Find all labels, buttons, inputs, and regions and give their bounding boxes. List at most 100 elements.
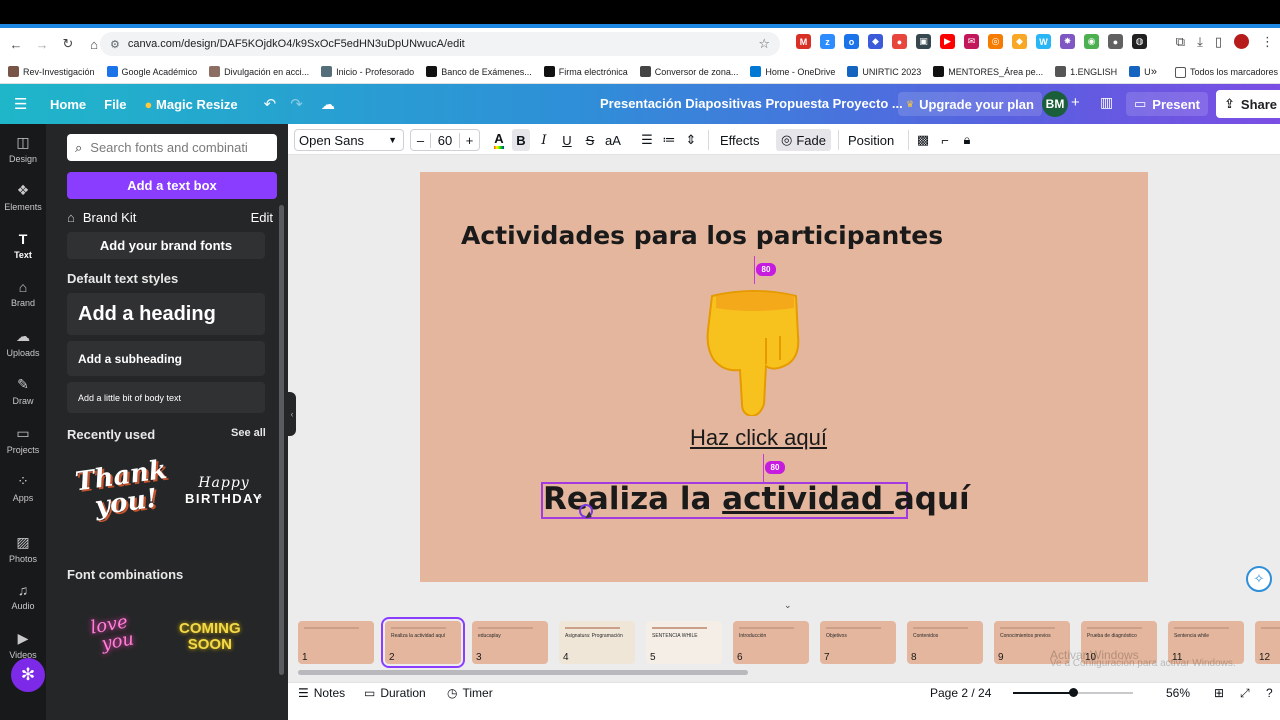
- fullscreen-icon[interactable]: ⤢: [1240, 686, 1250, 701]
- rail-item-videos[interactable]: ▶ Videos: [0, 630, 46, 660]
- panel-scrollbar[interactable]: [279, 205, 284, 675]
- add-collaborator-icon[interactable]: +: [1071, 94, 1080, 111]
- bookmarks-more-button[interactable]: »: [1151, 66, 1157, 78]
- page-thumbnail[interactable]: Realiza la actividad aquí 2: [381, 617, 465, 668]
- page-thumbnail[interactable]: 1: [298, 621, 374, 664]
- ext-mail-icon[interactable]: ✉: [964, 34, 979, 49]
- page-thumbnail[interactable]: Contenidos 8: [907, 621, 983, 664]
- sidepanel-icon[interactable]: ▯: [1215, 34, 1222, 50]
- duration-button[interactable]: ▭ Duration: [364, 686, 426, 700]
- collapse-panel-handle[interactable]: ‹: [288, 392, 296, 436]
- rotate-cursor-icon[interactable]: [579, 504, 593, 518]
- zoom-icon[interactable]: z: [820, 34, 835, 49]
- position-button[interactable]: Position: [844, 129, 898, 151]
- rail-item-text[interactable]: T Text: [0, 231, 46, 260]
- add-subheading-button[interactable]: Add a subheading: [67, 341, 265, 376]
- bookmark-item[interactable]: Banco de Exámenes...: [426, 66, 532, 77]
- user-avatar[interactable]: BM: [1042, 91, 1068, 117]
- bookmark-star-icon[interactable]: ☆: [758, 36, 770, 52]
- bookmark-item[interactable]: Divulgación en acci...: [209, 66, 309, 77]
- home-button[interactable]: Home: [50, 97, 86, 112]
- site-info-icon[interactable]: ⚙: [110, 38, 120, 51]
- align-center-icon[interactable]: ☰: [638, 129, 656, 151]
- bookmark-item[interactable]: Conversor de zona...: [639, 66, 738, 77]
- menu-kebab-icon[interactable]: ⋮: [1261, 34, 1274, 50]
- add-text-box-button[interactable]: Add a text box: [67, 172, 277, 199]
- reload-icon[interactable]: ↻: [56, 36, 80, 52]
- gmail-icon[interactable]: M: [796, 34, 811, 49]
- page-thumbnail[interactable]: Objetivos 7: [820, 621, 896, 664]
- ext-gray-icon[interactable]: ●: [1108, 34, 1123, 49]
- ext-blue-icon[interactable]: o: [844, 34, 859, 49]
- profile-avatar-icon[interactable]: [1234, 34, 1249, 49]
- help-icon[interactable]: ?: [1266, 686, 1273, 700]
- effects-button[interactable]: Effects: [716, 129, 764, 151]
- paint-format-icon[interactable]: ⌐: [936, 129, 954, 151]
- grid-view-icon[interactable]: ⊞: [1214, 686, 1224, 700]
- ext-orange-icon[interactable]: ◎: [988, 34, 1003, 49]
- strikethrough-button[interactable]: S: [581, 129, 599, 151]
- ext-yellow-icon[interactable]: ◆: [1012, 34, 1027, 49]
- page-thumbnail[interactable]: 12: [1255, 621, 1280, 664]
- font-size-decrease-button[interactable]: –: [411, 132, 431, 148]
- ext-purple-icon[interactable]: ✸: [1060, 34, 1075, 49]
- pointing-down-hand-icon[interactable]: [704, 286, 804, 416]
- youtube-icon[interactable]: ▶: [940, 34, 955, 49]
- transparency-icon[interactable]: ▩: [914, 129, 932, 151]
- list-icon[interactable]: ≔: [660, 129, 678, 151]
- fade-animate-button[interactable]: ◎ Fade: [776, 129, 831, 151]
- file-menu-button[interactable]: File: [104, 97, 126, 112]
- url-bar[interactable]: ⚙ canva.com/design/DAF5KOjdkO4/k9SxOcF5e…: [100, 32, 780, 56]
- bookmark-item[interactable]: Inicio - Profesorado: [321, 66, 414, 77]
- font-search-input[interactable]: ⌕ Search fonts and combinati: [67, 134, 277, 161]
- share-button[interactable]: ⇪ Share: [1216, 90, 1280, 118]
- add-brand-fonts-button[interactable]: Add your brand fonts: [67, 232, 265, 259]
- rail-item-draw[interactable]: ✎ Draw: [0, 376, 46, 406]
- bookmark-item[interactable]: Home - OneDrive: [750, 66, 835, 77]
- lock-icon[interactable]: 🔒︎: [958, 129, 976, 151]
- rail-item-projects[interactable]: ▭ Projects: [0, 425, 46, 455]
- combo-love-you[interactable]: love you: [89, 611, 136, 656]
- timer-button[interactable]: ◷ Timer: [447, 686, 493, 700]
- font-size-increase-button[interactable]: +: [459, 132, 479, 148]
- notes-button[interactable]: ☰ Notes: [298, 686, 345, 700]
- letter-case-button[interactable]: aA: [602, 129, 624, 151]
- font-family-select[interactable]: Open Sans ▼: [294, 129, 404, 151]
- ext-dark-icon[interactable]: ▣: [916, 34, 931, 49]
- extensions-puzzle-icon[interactable]: ⧉: [1176, 34, 1185, 50]
- see-all-link[interactable]: See all: [231, 427, 266, 439]
- brand-kit-edit-button[interactable]: Edit: [251, 210, 273, 225]
- bookmark-item[interactable]: MENTORES_Área pe...: [933, 66, 1043, 77]
- bookmark-item[interactable]: Firma electrónica: [543, 66, 628, 77]
- undo-icon[interactable]: ↶: [264, 95, 277, 113]
- zoom-level[interactable]: 56%: [1166, 686, 1190, 700]
- rail-item-elements[interactable]: ❖ Elements: [0, 182, 46, 212]
- page-indicator[interactable]: Page 2 / 24: [930, 686, 991, 700]
- magic-assistant-icon[interactable]: ✧: [1246, 566, 1272, 592]
- slide-activity-text[interactable]: Realiza la actividad aquí: [543, 481, 970, 517]
- recent-happy-birthday[interactable]: Happy BIRTHDAY: [185, 475, 263, 506]
- bookmark-item[interactable]: Rev-Investigación: [8, 66, 95, 77]
- rail-item-photos[interactable]: ▨ Photos: [0, 534, 46, 564]
- word-icon[interactable]: W: [1036, 34, 1051, 49]
- selected-text-box[interactable]: Realiza la actividad aquí: [541, 481, 970, 519]
- thumbnail-scrollbar[interactable]: [298, 670, 748, 675]
- slide-link-text[interactable]: Haz click aquí: [690, 425, 827, 451]
- underline-button[interactable]: U: [558, 129, 576, 151]
- zoom-slider-knob[interactable]: [1069, 688, 1078, 697]
- all-bookmarks-link[interactable]: Todos los marcadores: [1190, 67, 1278, 77]
- page-thumbnail[interactable]: educaplay 3: [472, 621, 548, 664]
- ext-shield-icon[interactable]: ◆: [868, 34, 883, 49]
- back-icon[interactable]: ←: [4, 37, 28, 52]
- page-thumbnail[interactable]: Asignatura: Programación 4: [559, 621, 635, 664]
- page-thumbnail[interactable]: Introducción 6: [733, 621, 809, 664]
- ext-black-icon[interactable]: ◍: [1132, 34, 1147, 49]
- bold-button[interactable]: B: [512, 129, 530, 151]
- slide-heading[interactable]: Actividades para los participantes: [461, 221, 943, 250]
- design-title[interactable]: Presentación Diapositivas Propuesta Proy…: [600, 96, 903, 111]
- add-heading-button[interactable]: Add a heading: [67, 293, 265, 335]
- rail-item-apps[interactable]: ⁘ Apps: [0, 473, 46, 503]
- slide-canvas[interactable]: Actividades para los participantes 80 Ha…: [420, 172, 1148, 582]
- zoom-slider[interactable]: [1013, 688, 1133, 697]
- present-button[interactable]: ▭ Present: [1126, 92, 1208, 116]
